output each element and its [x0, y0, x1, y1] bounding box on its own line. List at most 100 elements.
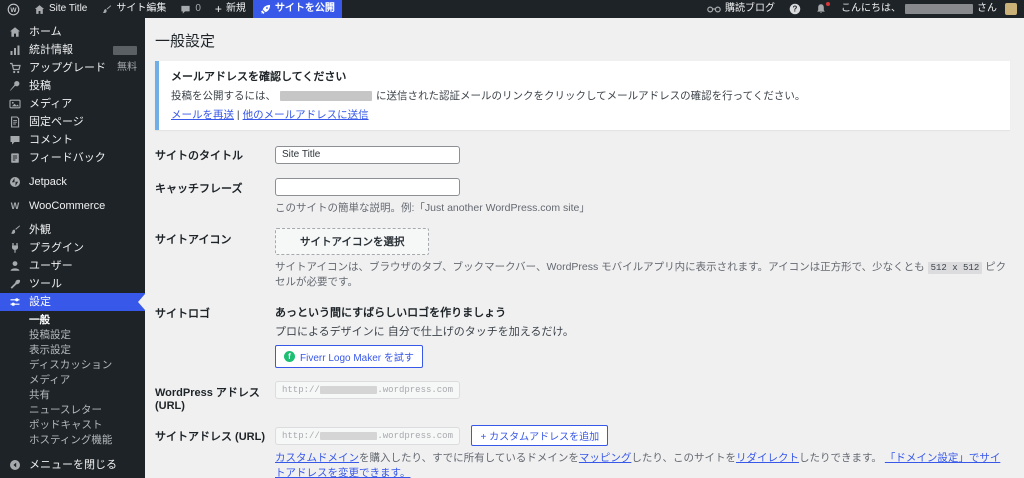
sidebar-item-label: 固定ページ [29, 116, 84, 128]
woocommerce-icon: W [8, 200, 22, 212]
home-icon [8, 26, 22, 38]
add-custom-address-button[interactable]: + カスタムアドレスを追加 [471, 425, 609, 446]
notice-links: メールを再送 | 他のメールアドレスに送信 [171, 107, 998, 122]
redacted-subdomain [319, 431, 378, 440]
site-logo-label: サイトロゴ [155, 308, 210, 320]
sidebar-item-comments[interactable]: コメント [0, 131, 145, 149]
notice-title: メールアドレスを確認してください [171, 71, 347, 83]
svg-text:W: W [10, 6, 17, 13]
redirect-link[interactable]: リダイレクト [736, 452, 799, 464]
sidebar-item-stats[interactable]: 統計情報 [0, 41, 145, 59]
site-logo-subheading: プロによるデザインに 自分で仕上げのタッチを加えるだけ。 [275, 326, 574, 338]
site-address-url-suffix: .wordpress.com [377, 430, 453, 441]
site-icon-desc-prefix: サイトアイコンは、ブラウザのタブ、ブックマークバー、WordPress モバイル… [275, 261, 925, 273]
admin-bar-edit-site-label: サイト編集 [116, 3, 167, 14]
home-icon [34, 4, 45, 15]
sidebar-item-label: ツール [29, 278, 62, 290]
sidebar-item-settings[interactable]: 設定 [0, 293, 145, 311]
email-verification-notice: メールアドレスを確認してください 投稿を公開するには、 に送信された認証メールのリ… [155, 61, 1010, 130]
tagline-row: キャッチフレーズ このサイトの簡単な説明。例:「Just another Wor… [155, 177, 1010, 216]
wp-address-row: WordPress アドレス (URL) http:// .wordpress.c… [155, 381, 1010, 412]
publish-site-button[interactable]: サイトを公開 [252, 0, 342, 18]
sidebar-item-users[interactable]: ユーザー [0, 257, 145, 275]
site-title-input[interactable] [275, 145, 460, 164]
sidebar-item-label: 統計情報 [29, 44, 73, 56]
admin-bar-new-button[interactable]: + 新規 [208, 0, 253, 18]
sidebar-item-pages[interactable]: 固定ページ [0, 113, 145, 131]
site-address-desc-text: したり、このサイトを [631, 452, 736, 464]
collapse-icon [8, 459, 22, 471]
site-icon-row: サイトアイコン サイトアイコンを選択 サイトアイコンは、ブラウザのタブ、ブックマ… [155, 228, 1010, 289]
publish-site-label: サイトを公開 [274, 3, 335, 14]
sidebar-subitem-general[interactable]: 一般 [0, 313, 145, 328]
site-title-label: サイトのタイトル [155, 150, 243, 162]
sidebar-item-jetpack[interactable]: Jetpack [0, 173, 145, 191]
plus-icon: + [214, 2, 222, 16]
sidebar-item-label: コメント [29, 134, 73, 146]
notice-body: 投稿を公開するには、 に送信された認証メールのリンクをクリックしてメールアドレスの… [171, 88, 998, 103]
collapse-menu-button[interactable]: メニューを閉じる [0, 454, 145, 478]
admin-bar-left: W Site Title サイト編集 0 + 新規 サイトを公開 [0, 0, 342, 18]
wp-address-url-suffix: .wordpress.com [377, 385, 453, 395]
icon-size-code: 512 x 512 [927, 262, 983, 274]
redacted-email [280, 91, 372, 102]
sidebar-subitem-newsletter[interactable]: ニュースレター [0, 403, 145, 418]
sidebar-item-label: フィードバック [29, 152, 106, 164]
reader-button[interactable]: 購読ブログ [700, 0, 782, 18]
site-address-desc-text: したりできます。 [798, 452, 885, 464]
sidebar-item-label: ユーザー [29, 260, 73, 272]
sidebar-item-label: 設定 [29, 296, 51, 308]
custom-domain-link[interactable]: カスタムドメイン [275, 452, 359, 464]
sidebar-item-tools[interactable]: ツール [0, 275, 145, 293]
admin-bar-comments[interactable]: 0 [173, 0, 208, 18]
sidebar-subitem-sharing[interactable]: 共有 [0, 388, 145, 403]
tagline-input[interactable] [275, 178, 460, 196]
sidebar-subitem-media[interactable]: メディア [0, 373, 145, 388]
select-site-icon-button[interactable]: サイトアイコンを選択 [275, 228, 430, 255]
sidebar-item-posts[interactable]: 投稿 [0, 77, 145, 95]
brush-icon [101, 4, 112, 15]
settings-submenu: 一般 投稿設定 表示設定 ディスカッション メディア 共有 ニュースレター ポッ… [0, 311, 145, 451]
sidebar-item-home[interactable]: ホーム [0, 23, 145, 41]
sidebar-subitem-writing[interactable]: 投稿設定 [0, 328, 145, 343]
notifications-button[interactable] [808, 0, 834, 18]
sidebar-subitem-hosting[interactable]: ホスティング機能 [0, 433, 145, 448]
sidebar: ホーム 統計情報 アップグレード 無料 投稿 メディア 固定ページ コメント フ… [0, 18, 145, 478]
howdy-suffix: さん [977, 3, 997, 14]
wordpress-menu-button[interactable]: W [0, 0, 27, 18]
fiverr-icon: f [284, 351, 295, 362]
sidebar-item-media[interactable]: メディア [0, 95, 145, 113]
sidebar-item-feedback[interactable]: フィードバック [0, 149, 145, 167]
admin-bar-edit-site[interactable]: サイト編集 [94, 0, 173, 18]
sidebar-item-appearance[interactable]: 外観 [0, 221, 145, 239]
site-title-row: サイトのタイトル [155, 144, 1010, 164]
sidebar-subitem-discussion[interactable]: ディスカッション [0, 358, 145, 373]
notice-body-suffix: に送信された認証メールのリンクをクリックしてメールアドレスの確認を行ってください… [376, 90, 806, 102]
sidebar-subitem-podcast[interactable]: ポッドキャスト [0, 418, 145, 433]
sidebar-item-upgrades[interactable]: アップグレード 無料 [0, 59, 145, 77]
sidebar-item-woocommerce[interactable]: W WooCommerce [0, 197, 145, 215]
sidebar-subitem-reading[interactable]: 表示設定 [0, 343, 145, 358]
admin-bar-site-title-label: Site Title [49, 3, 88, 14]
account-menu[interactable]: こんにちは、 さん [834, 0, 1024, 18]
admin-bar-site-title[interactable]: Site Title [27, 0, 94, 18]
stats-icon [8, 44, 22, 56]
site-logo-row: サイトロゴ あっという間にすばらしいロゴを作りましょう プロによるデザインに 自… [155, 302, 1010, 368]
mapping-link[interactable]: マッピング [579, 452, 632, 464]
notification-dot [826, 2, 830, 6]
site-address-label: サイトアドレス (URL) [155, 431, 265, 443]
fiverr-logo-maker-button[interactable]: f Fiverr Logo Maker を試す [275, 345, 423, 368]
admin-bar-new-label: 新規 [225, 3, 246, 14]
sidebar-item-label: プラグイン [29, 242, 84, 254]
sidebar-item-plugins[interactable]: プラグイン [0, 239, 145, 257]
site-logo-heading: あっという間にすばらしいロゴを作りましょう [275, 307, 507, 319]
wp-address-url-prefix: http:// [282, 385, 320, 395]
site-icon-label: サイトアイコン [155, 234, 232, 246]
free-badge: 無料 [117, 62, 137, 73]
help-button[interactable]: ? [782, 0, 808, 18]
send-other-address-link[interactable]: 他のメールアドレスに送信 [243, 109, 369, 121]
glasses-icon [707, 5, 721, 14]
site-address-desc-text: を購入したり、すでに所有しているドメインを [359, 452, 579, 464]
redacted-username [905, 4, 973, 14]
resend-email-link[interactable]: メールを再送 [171, 109, 234, 121]
